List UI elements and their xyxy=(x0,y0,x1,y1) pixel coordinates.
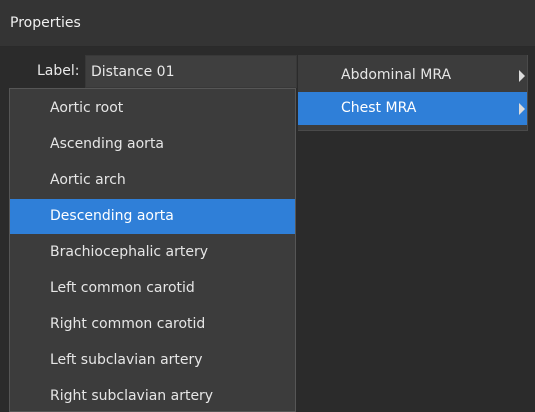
list-item-aortic-root[interactable]: Aortic root xyxy=(10,91,295,126)
submenu-item-chest-mra[interactable]: Chest MRA xyxy=(298,92,527,125)
chevron-right-icon xyxy=(519,103,525,115)
label-caption: Label: xyxy=(37,63,80,79)
submenu-item-abdominal-mra[interactable]: Abdominal MRA xyxy=(298,59,527,92)
submenu-item-label: Abdominal MRA xyxy=(341,67,452,83)
list-item-aortic-arch[interactable]: Aortic arch xyxy=(10,163,295,198)
chevron-right-icon xyxy=(519,70,525,82)
list-item-brachiocephalic-artery[interactable]: Brachiocephalic artery xyxy=(10,235,295,270)
panel-header: Properties xyxy=(0,0,535,47)
submenu: Abdominal MRA Chest MRA xyxy=(298,55,528,131)
list-item-left-common-carotid[interactable]: Left common carotid xyxy=(10,271,295,306)
label-row: Label: Distance 01 xyxy=(0,55,300,88)
submenu-item-label: Chest MRA xyxy=(341,100,417,116)
list-item-right-subclavian-artery[interactable]: Right subclavian artery xyxy=(10,379,295,411)
list-item-right-common-carotid[interactable]: Right common carotid xyxy=(10,307,295,342)
list-item-left-subclavian-artery[interactable]: Left subclavian artery xyxy=(10,343,295,378)
submenu-edge xyxy=(528,55,535,131)
label-input[interactable]: Distance 01 xyxy=(85,55,297,88)
list-item-descending-aorta[interactable]: Descending aorta xyxy=(10,199,295,234)
panel-title: Properties xyxy=(10,15,81,31)
label-value: Distance 01 xyxy=(91,64,175,80)
label-dropdown-list: Aortic root Ascending aorta Aortic arch … xyxy=(9,88,296,412)
list-item-ascending-aorta[interactable]: Ascending aorta xyxy=(10,127,295,162)
properties-panel: Properties Label: Distance 01 Abdominal … xyxy=(0,0,535,412)
